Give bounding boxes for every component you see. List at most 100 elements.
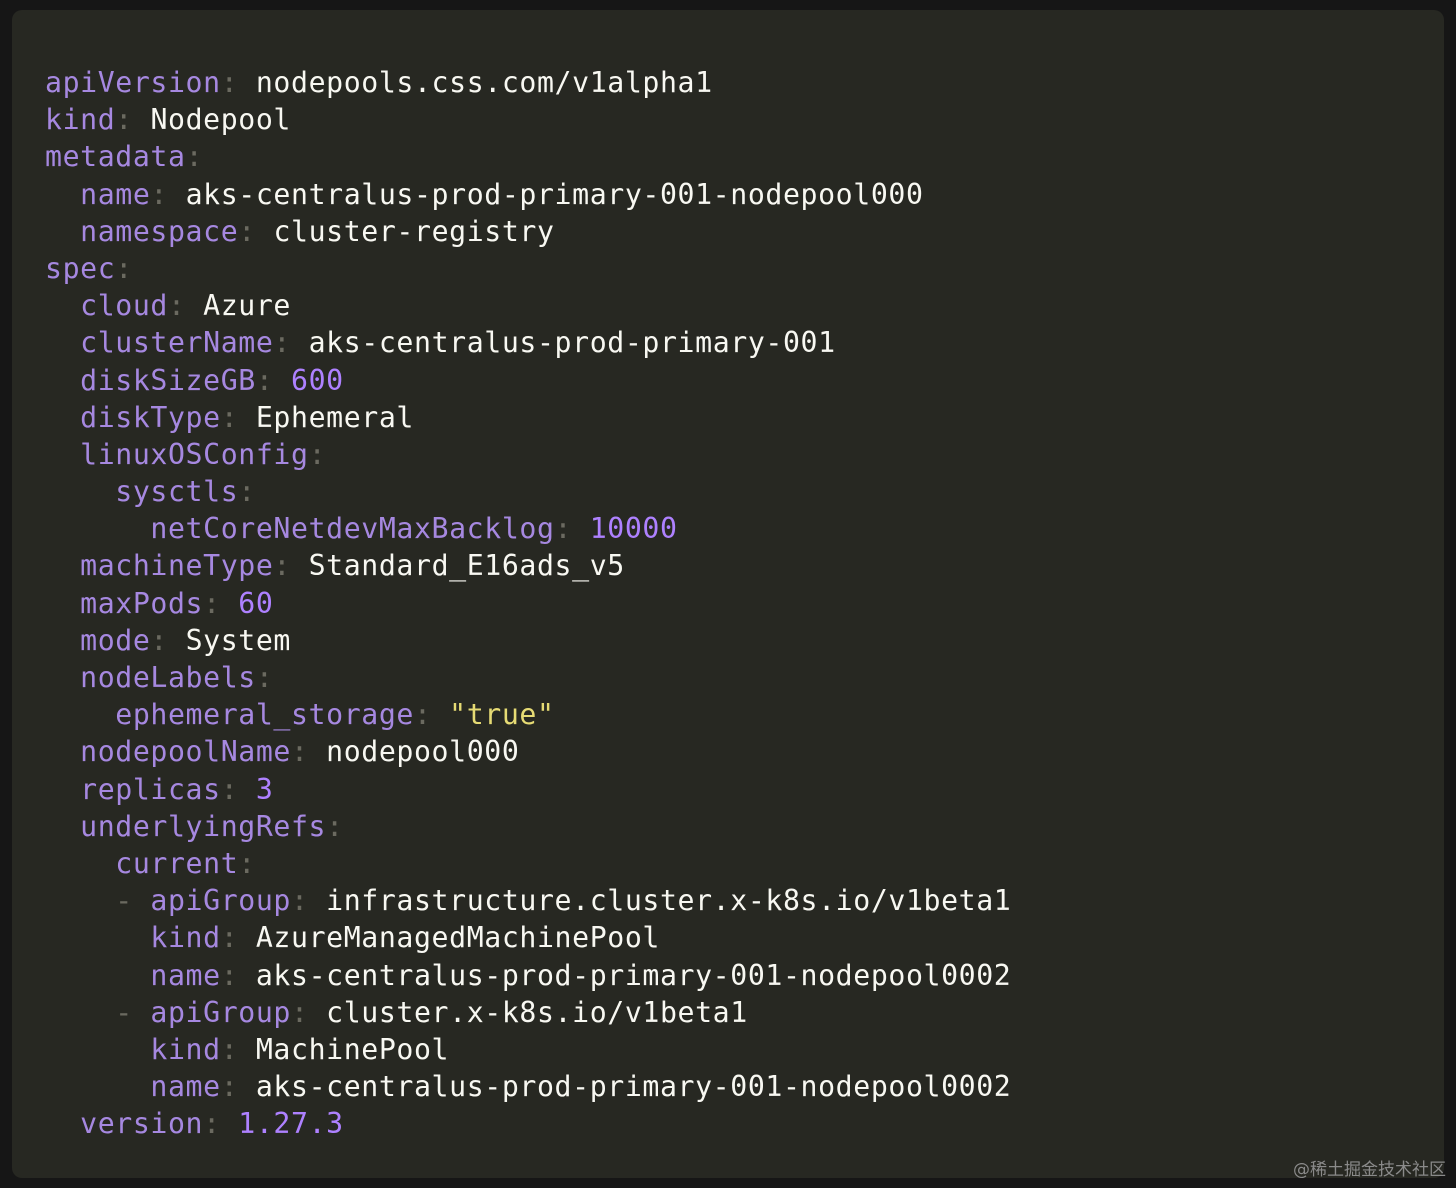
- yaml-key: mode: [80, 623, 151, 657]
- yaml-colon: :: [203, 1107, 221, 1141]
- yaml-key: apiGroup: [150, 884, 291, 918]
- yaml-colon: :: [238, 846, 256, 880]
- watermark: @稀土掘金技术社区: [1293, 1160, 1446, 1180]
- yaml-colon: :: [255, 363, 274, 397]
- code-line: clusterName: aks-centralus-prod-primary-…: [45, 324, 1444, 361]
- yaml-key: replicas: [80, 772, 221, 806]
- yaml-colon: :: [290, 995, 309, 1029]
- yaml-key: metadata: [45, 140, 186, 174]
- yaml-key: cloud: [80, 289, 168, 323]
- yaml-key: linuxOSConfig: [80, 437, 309, 471]
- yaml-value: cluster.x-k8s.io/v1beta1: [326, 995, 748, 1029]
- code-line: namespace: cluster-registry: [45, 213, 1444, 250]
- yaml-key: current: [115, 846, 239, 880]
- yaml-colon: :: [150, 623, 168, 657]
- yaml-colon: :: [238, 214, 256, 248]
- code-line: mode: System: [45, 622, 1444, 659]
- yaml-value: 600: [291, 363, 344, 397]
- yaml-key: name: [150, 958, 221, 992]
- code-line: current:: [45, 845, 1444, 882]
- code-line: spec:: [45, 250, 1444, 287]
- yaml-key: version: [80, 1107, 204, 1141]
- code-line: linuxOSConfig:: [45, 436, 1444, 473]
- code-line: replicas: 3: [45, 771, 1444, 808]
- list-dash: -: [115, 995, 151, 1029]
- yaml-value: aks-centralus-prod-primary-001-nodepool0…: [185, 177, 924, 211]
- yaml-key: maxPods: [80, 586, 204, 620]
- yaml-value: 3: [255, 772, 274, 806]
- yaml-colon: :: [168, 289, 186, 323]
- code-line: - apiGroup: cluster.x-k8s.io/v1beta1: [45, 994, 1444, 1031]
- yaml-value: aks-centralus-prod-primary-001: [308, 326, 836, 360]
- yaml-colon: :: [220, 1070, 239, 1104]
- yaml-key: machineType: [80, 549, 274, 583]
- yaml-value: System: [185, 623, 291, 657]
- code-line: kind: AzureManagedMachinePool: [45, 919, 1444, 956]
- yaml-colon: :: [290, 735, 309, 769]
- yaml-value: Azure: [203, 289, 292, 323]
- yaml-key: namespace: [80, 214, 239, 248]
- yaml-colon: :: [115, 103, 133, 137]
- yaml-colon: :: [413, 698, 432, 732]
- yaml-value: nodepools.css.com/v1alpha1: [255, 66, 713, 99]
- code-line: cloud: Azure: [45, 287, 1444, 324]
- yaml-value: 1.27.3: [238, 1107, 344, 1141]
- yaml-key: spec: [45, 251, 116, 285]
- yaml-value: Standard_E16ads_v5: [308, 549, 625, 583]
- code-line: machineType: Standard_E16ads_v5: [45, 547, 1444, 584]
- yaml-colon: :: [220, 958, 239, 992]
- yaml-key: diskType: [80, 400, 221, 434]
- yaml-value: nodepool000: [326, 735, 520, 769]
- yaml-value: Ephemeral: [255, 400, 414, 434]
- code-line: name: aks-centralus-prod-primary-001-nod…: [45, 176, 1444, 213]
- yaml-key: netCoreNetdevMaxBacklog: [150, 512, 555, 546]
- code-line: maxPods: 60: [45, 585, 1444, 622]
- list-dash: -: [115, 884, 151, 918]
- yaml-colon: :: [220, 66, 239, 99]
- yaml-colon: :: [203, 586, 221, 620]
- yaml-key: underlyingRefs: [80, 809, 327, 843]
- yaml-colon: :: [185, 140, 204, 174]
- code-line: kind: MachinePool: [45, 1031, 1444, 1068]
- yaml-colon: :: [554, 512, 573, 546]
- yaml-key: clusterName: [80, 326, 274, 360]
- yaml-colon: :: [273, 549, 291, 583]
- code-line: kind: Nodepool: [45, 101, 1444, 138]
- yaml-value: Nodepool: [150, 103, 291, 137]
- code-line: apiVersion: nodepools.css.com/v1alpha1: [45, 64, 1444, 101]
- code-line: metadata:: [45, 138, 1444, 175]
- code-panel: apiVersion: nodepools.css.com/v1alpha1 ki…: [12, 10, 1444, 1178]
- yaml-key: nodepoolName: [80, 735, 291, 769]
- yaml-colon: :: [115, 251, 133, 285]
- yaml-value: aks-centralus-prod-primary-001-nodepool0…: [255, 958, 1012, 992]
- yaml-value: aks-centralus-prod-primary-001-nodepool0…: [255, 1070, 1012, 1104]
- yaml-key: kind: [150, 921, 221, 955]
- yaml-key: name: [80, 177, 151, 211]
- yaml-colon: :: [220, 772, 239, 806]
- yaml-key: sysctls: [115, 475, 239, 509]
- code-line: netCoreNetdevMaxBacklog: 10000: [45, 510, 1444, 547]
- yaml-colon: :: [326, 809, 344, 843]
- page: apiVersion: nodepools.css.com/v1alpha1 ki…: [0, 0, 1456, 1188]
- yaml-key: apiVersion: [45, 66, 221, 99]
